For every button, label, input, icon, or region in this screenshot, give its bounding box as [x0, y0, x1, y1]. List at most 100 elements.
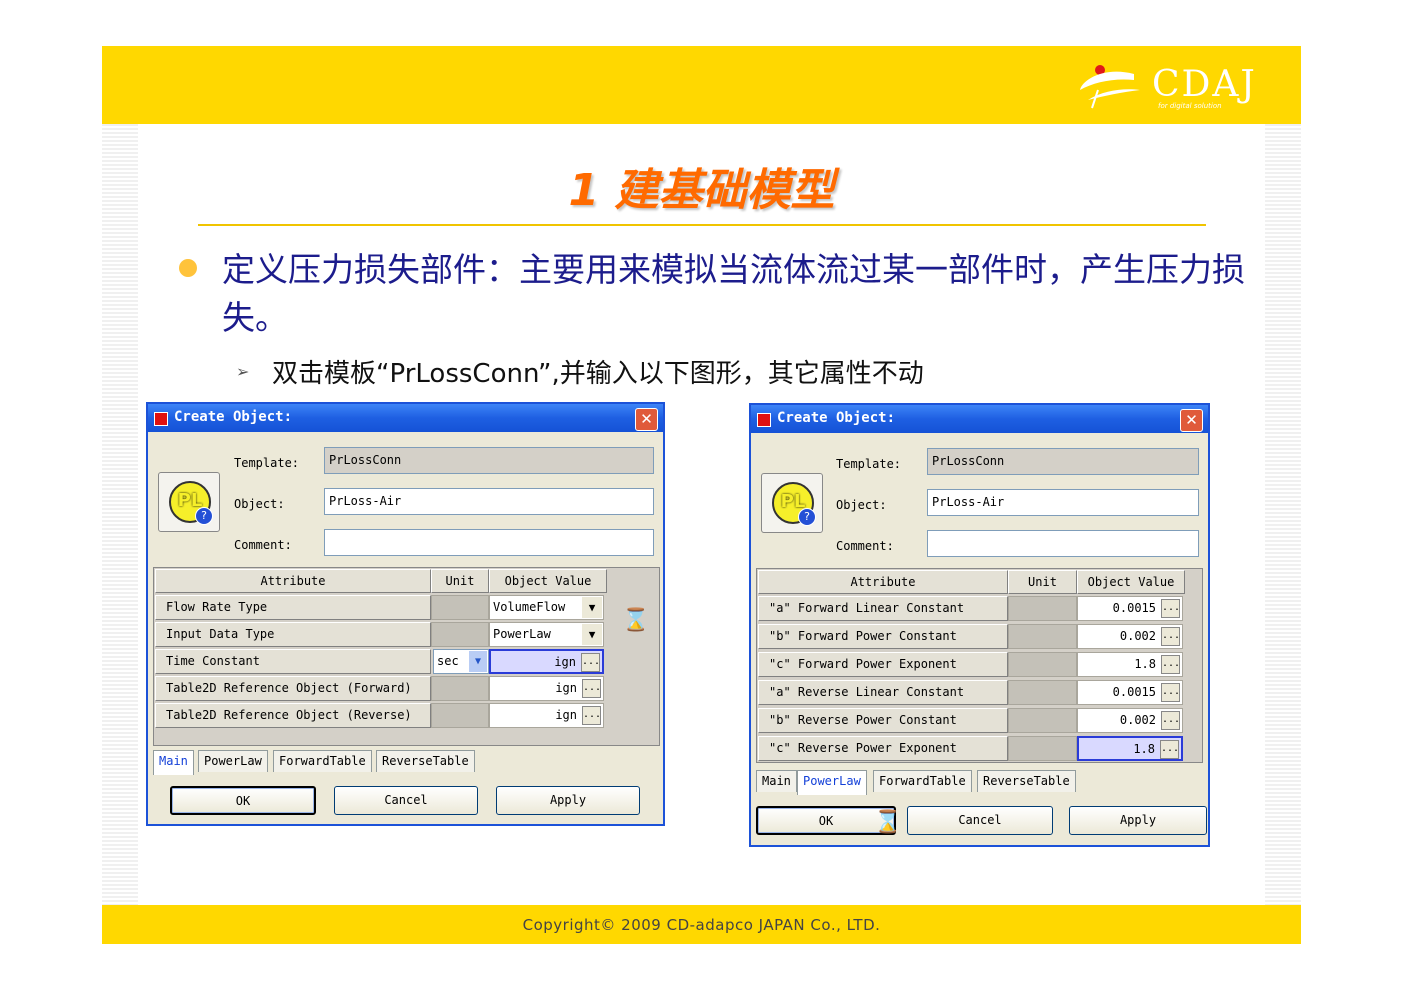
comment-input[interactable]	[927, 530, 1199, 557]
attr-flow-rate-type: Flow Rate Type	[155, 595, 431, 620]
template-field: PrLossConn	[324, 447, 654, 474]
object-name-input[interactable]: PrLoss-Air	[927, 489, 1199, 516]
dialog-titlebar[interactable]: Create Object: ✕	[751, 405, 1208, 433]
tab-main[interactable]: Main	[756, 770, 797, 792]
value-cell-table2d-forward[interactable]: ign ...	[489, 676, 604, 701]
app-icon	[154, 412, 168, 426]
header-unit[interactable]: Unit	[1008, 570, 1077, 594]
ellipsis-button[interactable]: ...	[582, 706, 601, 725]
pressure-loss-icon: PL ?	[761, 473, 823, 533]
comment-label: Comment:	[234, 538, 292, 552]
title-underline	[198, 224, 1206, 226]
tab-main[interactable]: Main	[153, 750, 194, 775]
unit-cell	[1008, 652, 1077, 677]
chevron-down-icon[interactable]: ▼	[582, 597, 602, 618]
dialog-title: Create Object:	[777, 410, 896, 426]
header-attribute[interactable]: Attribute	[758, 570, 1008, 594]
bullet-dot-icon	[179, 259, 197, 277]
pressure-loss-icon: PL ?	[158, 472, 220, 532]
create-object-dialog-main: Create Object: ✕ PL ? Template: PrLossCo…	[146, 402, 665, 826]
object-label: Object:	[836, 498, 887, 512]
chevron-down-icon[interactable]: ▼	[469, 651, 487, 672]
bullet-text: 定义压力损失部件：主要用来模拟当流体流过某一部件时，产生压力损失。	[222, 250, 1245, 337]
right-stripe-decoration	[1265, 124, 1301, 905]
ellipsis-button[interactable]: ...	[582, 679, 601, 698]
attr-time-constant: Time Constant	[155, 649, 431, 674]
header-attribute[interactable]: Attribute	[155, 569, 431, 593]
unit-cell	[431, 703, 489, 728]
value-cell-time-constant[interactable]: ign ...	[489, 649, 604, 674]
unit-cell	[1008, 708, 1077, 733]
comment-input[interactable]	[324, 529, 654, 556]
attribute-grid: Attribute Unit Object Value "a" Forward …	[756, 568, 1203, 763]
template-field: PrLossConn	[927, 448, 1199, 475]
unit-cell	[1008, 596, 1077, 621]
app-icon	[757, 413, 771, 427]
ok-button[interactable]: OK	[170, 786, 316, 815]
chevron-down-icon[interactable]: ▼	[582, 624, 602, 645]
slide-title: 1 建基础模型	[568, 165, 835, 216]
value-cell-b-reverse[interactable]: 0.002 ...	[1077, 708, 1183, 733]
ellipsis-button[interactable]: ...	[1161, 627, 1180, 646]
tab-reversetable[interactable]: ReverseTable	[376, 750, 475, 772]
value-cell-c-forward[interactable]: 1.8 ...	[1077, 652, 1183, 677]
tab-forwardtable[interactable]: ForwardTable	[873, 770, 972, 792]
unit-cell	[431, 595, 489, 620]
attribute-grid: Attribute Unit Object Value Flow Rate Ty…	[153, 567, 660, 746]
attr-table2d-forward: Table2D Reference Object (Forward)	[155, 676, 431, 701]
value-dropdown-flow-rate[interactable]: VolumeFlow ▼	[489, 595, 604, 620]
attr-c-reverse-exponent: "c" Reverse Power Exponent	[758, 736, 1008, 761]
header-object-value[interactable]: Object Value	[489, 569, 607, 593]
attr-a-forward-linear: "a" Forward Linear Constant	[758, 596, 1008, 621]
dialog-titlebar[interactable]: Create Object: ✕	[148, 404, 663, 432]
create-object-dialog-powerlaw: Create Object: ✕ PL ? Template: PrLossCo…	[749, 403, 1210, 847]
ellipsis-button[interactable]: ...	[1161, 683, 1180, 702]
tab-reversetable[interactable]: ReverseTable	[977, 770, 1076, 792]
value-cell-c-reverse[interactable]: 1.8 ...	[1077, 736, 1183, 761]
attr-b-reverse-power: "b" Reverse Power Constant	[758, 708, 1008, 733]
header-unit[interactable]: Unit	[431, 569, 489, 593]
hourglass-icon: ⌛	[874, 810, 902, 835]
copyright-text: Copyright© 2009 CD-adapco JAPAN Co., LTD…	[522, 916, 881, 934]
apply-button[interactable]: Apply	[496, 786, 640, 815]
value-cell-a-forward[interactable]: 0.0015 ...	[1077, 596, 1183, 621]
attr-c-forward-exponent: "c" Forward Power Exponent	[758, 652, 1008, 677]
help-icon: ?	[798, 508, 816, 526]
hourglass-icon: ⌛	[622, 608, 650, 633]
close-icon[interactable]: ✕	[1180, 409, 1203, 432]
dialog-title: Create Object:	[174, 409, 293, 425]
ellipsis-button[interactable]: ...	[1160, 740, 1179, 759]
help-icon: ?	[195, 507, 213, 525]
unit-cell	[1008, 624, 1077, 649]
object-name-input[interactable]: PrLoss-Air	[324, 488, 654, 515]
ellipsis-button[interactable]: ...	[581, 653, 600, 672]
ellipsis-button[interactable]: ...	[1161, 655, 1180, 674]
left-stripe-decoration	[102, 124, 138, 905]
attr-input-data-type: Input Data Type	[155, 622, 431, 647]
cancel-button[interactable]: Cancel	[907, 806, 1053, 835]
tab-forwardtable[interactable]: ForwardTable	[273, 750, 372, 772]
cancel-button[interactable]: Cancel	[334, 786, 478, 815]
tab-powerlaw[interactable]: PowerLaw	[198, 750, 268, 772]
attr-b-forward-power: "b" Forward Power Constant	[758, 624, 1008, 649]
apply-button[interactable]: Apply	[1069, 806, 1207, 835]
value-dropdown-input-data[interactable]: PowerLaw ▼	[489, 622, 604, 647]
ellipsis-button[interactable]: ...	[1161, 711, 1180, 730]
attr-a-reverse-linear: "a" Reverse Linear Constant	[758, 680, 1008, 705]
ellipsis-button[interactable]: ...	[1161, 599, 1180, 618]
value-cell-b-forward[interactable]: 0.002 ...	[1077, 624, 1183, 649]
value-cell-a-reverse[interactable]: 0.0015 ...	[1077, 680, 1183, 705]
sub-bullet-text: 双击模板“PrLossConn”,并输入以下图形，其它属性不动	[272, 359, 924, 389]
unit-select-time[interactable]: sec ▼	[433, 649, 489, 674]
template-label: Template:	[234, 456, 300, 470]
header-object-value[interactable]: Object Value	[1077, 570, 1185, 594]
logo-text: CDAJ	[1152, 64, 1257, 105]
unit-cell	[431, 622, 489, 647]
attr-table2d-reverse: Table2D Reference Object (Reverse)	[155, 703, 431, 728]
tab-powerlaw[interactable]: PowerLaw	[797, 770, 867, 795]
template-label: Template:	[836, 457, 902, 471]
value-cell-table2d-reverse[interactable]: ign ...	[489, 703, 604, 728]
object-label: Object:	[234, 497, 285, 511]
comment-label: Comment:	[836, 539, 894, 553]
close-icon[interactable]: ✕	[635, 408, 658, 431]
